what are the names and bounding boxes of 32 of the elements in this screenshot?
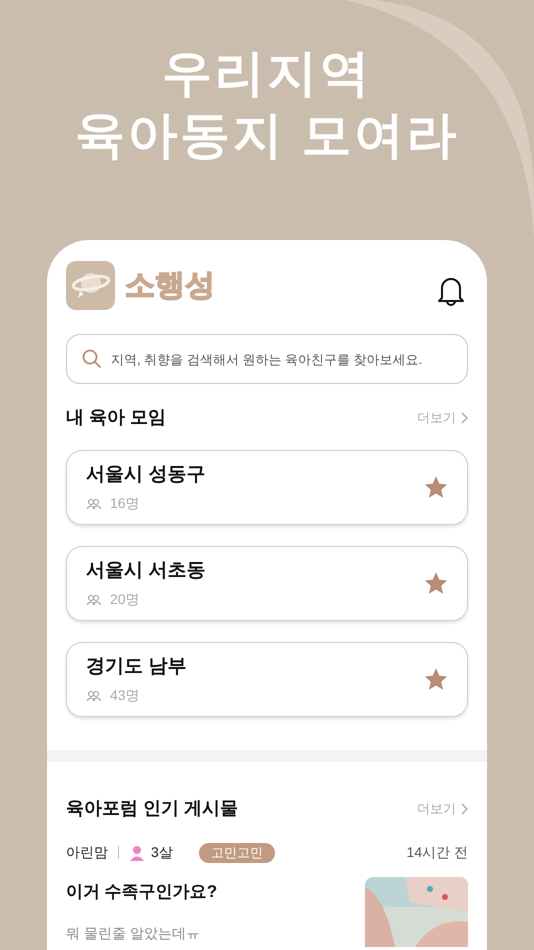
group-name: 서울시 성동구 [86, 462, 206, 487]
group-name: 경기도 남부 [86, 654, 186, 679]
people-icon [86, 690, 102, 702]
people-icon [86, 498, 102, 510]
group-name: 서울시 서초동 [86, 558, 206, 583]
chevron-right-icon [460, 802, 468, 814]
post-title: 이거 수족구인가요? [66, 881, 218, 903]
planet-logo-icon [66, 261, 115, 310]
post-tag: 고민고민 [198, 842, 275, 862]
member-count: 16명 [110, 494, 140, 514]
people-icon [86, 594, 102, 606]
headline: 우리지역 [162, 44, 372, 103]
star-icon[interactable] [425, 573, 447, 594]
author-name: 아린맘 [66, 843, 108, 862]
search-field[interactable]: 지역, 취향을 검색해서 원하는 육아친구를 찾아보세요. [66, 334, 468, 384]
group-card[interactable]: 서울시 성동구 16명 [66, 450, 468, 525]
child-age: 3살 [151, 843, 173, 862]
app-logo-text: 소행성 [125, 268, 215, 304]
member-count: 20명 [110, 590, 140, 610]
section-title: 내 육아 모임 [66, 406, 166, 429]
group-card[interactable]: 경기도 남부 43명 [66, 642, 468, 717]
member-count: 43명 [110, 686, 140, 706]
headline: 육아동지 모여라 [75, 106, 459, 165]
person-icon [129, 844, 145, 860]
star-icon[interactable] [425, 669, 447, 690]
group-card[interactable]: 서울시 서초동 20명 [66, 546, 468, 621]
post-body: 뭐 물린줄 알았는데ㅠ [66, 924, 201, 942]
star-icon[interactable] [425, 477, 447, 498]
search-icon [82, 349, 102, 369]
chevron-right-icon [460, 412, 468, 424]
post-time: 14시간 전 [406, 843, 468, 862]
section-title: 육아포럼 인기 게시물 [66, 797, 238, 820]
